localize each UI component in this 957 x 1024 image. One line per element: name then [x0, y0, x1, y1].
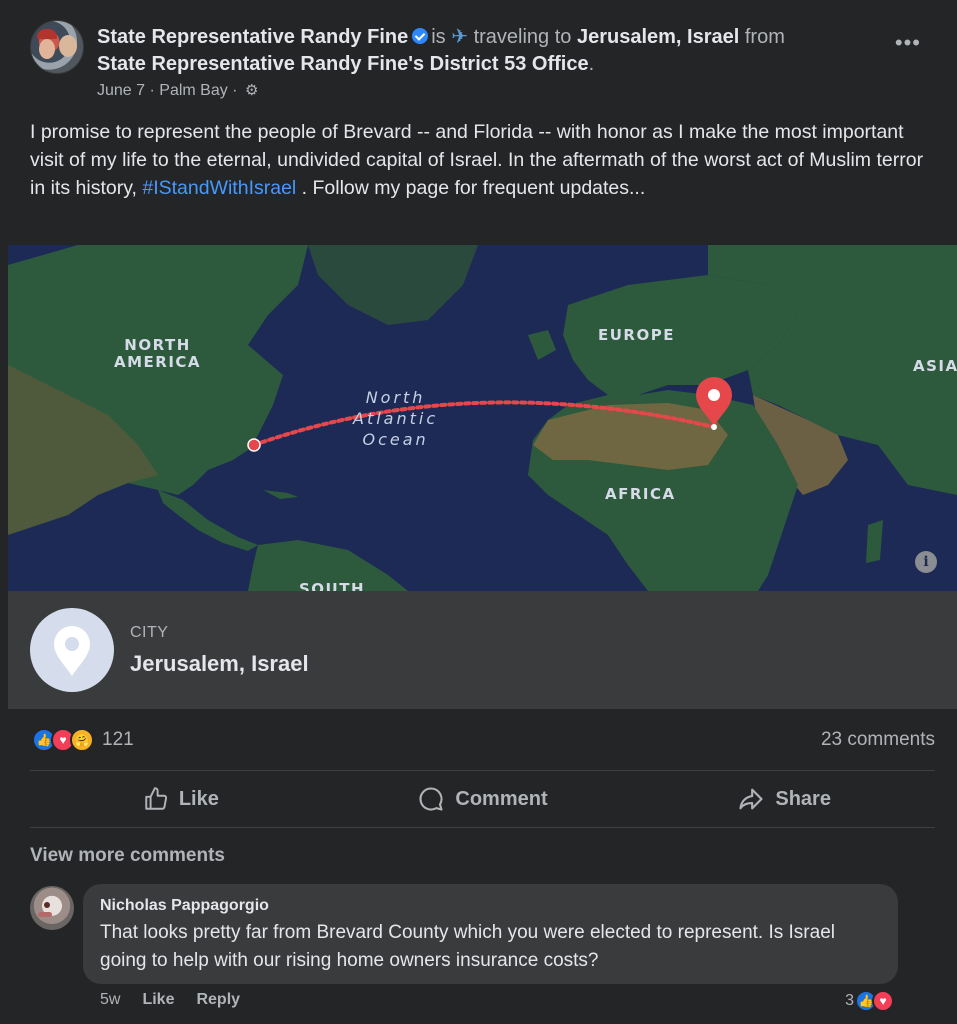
divider: [30, 827, 935, 828]
label-asia: ASIA: [913, 357, 957, 375]
more-options-button[interactable]: •••: [895, 30, 921, 56]
verified-badge-icon: [412, 28, 429, 44]
comment-like-button[interactable]: Like: [142, 991, 174, 1009]
place-card[interactable]: CITY Jerusalem, Israel: [8, 591, 957, 709]
share-button[interactable]: Share: [633, 772, 935, 826]
comment-meta: 5w Like Reply: [100, 991, 240, 1009]
post-header: State Representative Randy Fine is ✈ trav…: [30, 18, 937, 108]
post-title-line: State Representative Randy Fine is ✈ trav…: [97, 26, 785, 48]
place-type: CITY: [130, 624, 169, 641]
info-icon[interactable]: i: [915, 551, 937, 573]
comment-text: That looks pretty far from Brevard Count…: [100, 922, 835, 971]
post-location[interactable]: Palm Bay: [159, 82, 227, 99]
view-more-comments-link[interactable]: View more comments: [30, 845, 225, 867]
destination-link[interactable]: Jerusalem, Israel: [577, 26, 739, 48]
author-name[interactable]: State Representative Randy Fine: [97, 26, 408, 48]
share-icon: [739, 788, 763, 810]
comment-time[interactable]: 5w: [100, 991, 120, 1009]
post-body: I promise to represent the people of Bre…: [30, 121, 924, 199]
thumbs-up-icon: [145, 787, 167, 810]
reactions-summary[interactable]: 👍 ♥ 🤗 121: [32, 726, 134, 754]
label-north-america: NORTH AMERICA: [114, 336, 202, 371]
care-reaction-icon: 🤗: [70, 728, 94, 752]
post-date[interactable]: June 7: [97, 82, 145, 99]
comment-button[interactable]: Comment: [332, 772, 634, 826]
comment-author[interactable]: Nicholas Pappagorgio: [100, 896, 881, 916]
reaction-count: 121: [102, 729, 134, 750]
place-name[interactable]: Jerusalem, Israel: [130, 651, 309, 677]
label-europe: EUROPE: [598, 326, 675, 344]
author-avatar[interactable]: [30, 20, 84, 74]
like-button[interactable]: Like: [30, 772, 332, 826]
post-origin-line: State Representative Randy Fine's Distri…: [97, 53, 595, 75]
comment-bubble: Nicholas Pappagorgio That looks pretty f…: [83, 884, 898, 984]
hashtag-link[interactable]: #IStandWithIsrael: [142, 177, 296, 199]
comment-icon: [419, 787, 443, 811]
divider: [30, 770, 935, 771]
comment-reaction-count: 3: [845, 992, 854, 1009]
origin-link[interactable]: State Representative Randy Fine's Distri…: [97, 53, 589, 75]
love-reaction-icon: ♥: [872, 990, 894, 1012]
post-meta: June 7 · Palm Bay · ⚙: [97, 80, 258, 102]
gear-icon[interactable]: ⚙: [245, 80, 258, 102]
commenter-avatar[interactable]: [30, 886, 74, 930]
label-south-america: SOUTH: [299, 580, 366, 592]
location-pin-icon: [30, 608, 114, 692]
airplane-icon: ✈: [451, 26, 468, 48]
map-graphic: [8, 245, 957, 591]
comments-count-link[interactable]: 23 comments: [821, 729, 935, 751]
label-ocean: North Atlantic Ocean: [353, 388, 439, 449]
travel-map[interactable]: NORTH AMERICA EUROPE ASIA AFRICA SOUTH N…: [8, 245, 957, 591]
action-bar: Like Comment Share: [30, 772, 935, 826]
comment-reactions[interactable]: 3 👍 ♥: [845, 990, 894, 1012]
comment-reply-button[interactable]: Reply: [196, 991, 240, 1009]
origin-marker: [247, 438, 261, 452]
label-africa: AFRICA: [605, 485, 676, 503]
